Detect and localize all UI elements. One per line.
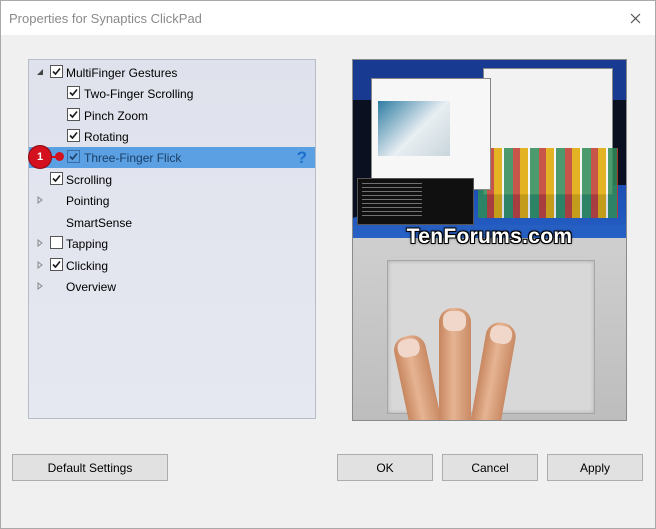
- tree-item-pinch-zoom[interactable]: Pinch Zoom: [29, 105, 315, 126]
- tree-item-tapping[interactable]: Tapping: [29, 233, 315, 254]
- cancel-button[interactable]: Cancel: [442, 454, 538, 481]
- tree-item-label: Clicking: [66, 258, 109, 273]
- tree-item-overview[interactable]: Overview: [29, 276, 315, 297]
- expanded-arrow-icon[interactable]: [35, 67, 45, 77]
- tree-item-three-finger-flick[interactable]: Three-Finger Flick ?: [29, 147, 315, 168]
- collapsed-arrow-icon[interactable]: [35, 281, 45, 291]
- help-icon[interactable]: ?: [297, 147, 307, 168]
- close-button[interactable]: [615, 1, 655, 35]
- check-icon: [69, 110, 78, 119]
- tree-item-label: MultiFinger Gestures: [66, 65, 178, 80]
- close-icon: [630, 13, 640, 23]
- tree-item-label: Two-Finger Scrolling: [84, 86, 194, 101]
- check-icon: [52, 67, 61, 76]
- tree-item-label: Rotating: [84, 129, 129, 144]
- tree-item-label: Tapping: [66, 236, 109, 251]
- collapsed-arrow-icon[interactable]: [35, 260, 45, 270]
- ok-button[interactable]: OK: [337, 454, 433, 481]
- step-marker-badge: 1: [29, 146, 51, 168]
- collapsed-arrow-icon[interactable]: [35, 238, 45, 248]
- gesture-preview-image: TenForums.com: [352, 59, 627, 421]
- browser-window: [371, 78, 491, 190]
- checkbox[interactable]: [50, 65, 63, 78]
- tree-item-rotating[interactable]: Rotating: [29, 126, 315, 147]
- tree-item-label: SmartSense: [66, 215, 133, 230]
- check-icon: [69, 131, 78, 140]
- tree-item-label: Overview: [66, 279, 117, 294]
- check-icon: [69, 152, 78, 161]
- tree-item-smartsense[interactable]: SmartSense: [29, 212, 315, 233]
- command-window: [357, 178, 474, 225]
- tree-item-label: Pinch Zoom: [84, 108, 149, 123]
- checkbox[interactable]: [50, 236, 63, 249]
- checkbox[interactable]: [50, 172, 63, 185]
- checkbox[interactable]: [50, 258, 63, 271]
- title-bar: Properties for Synaptics ClickPad: [1, 1, 655, 35]
- finger-middle: [439, 308, 471, 420]
- checkbox[interactable]: [67, 129, 80, 142]
- store-tiles: [478, 148, 618, 218]
- tree-item-label: Scrolling: [66, 172, 113, 187]
- properties-dialog: Properties for Synaptics ClickPad MultiF…: [0, 0, 656, 529]
- tree-item-multifinger-gestures[interactable]: MultiFinger Gestures: [29, 62, 315, 83]
- apply-button[interactable]: Apply: [547, 454, 643, 481]
- collapsed-arrow-icon[interactable]: [35, 195, 45, 205]
- check-icon: [52, 174, 61, 183]
- tree-item-label: Three-Finger Flick: [84, 150, 182, 165]
- watermark: TenForums.com: [406, 225, 573, 248]
- tree-item-scrolling[interactable]: Scrolling: [29, 169, 315, 190]
- settings-tree[interactable]: MultiFinger Gestures Two-Finger Scrollin…: [28, 59, 316, 419]
- default-settings-button[interactable]: Default Settings: [12, 454, 168, 481]
- check-icon: [52, 260, 61, 269]
- checkbox[interactable]: [67, 86, 80, 99]
- tree-item-two-finger-scrolling[interactable]: Two-Finger Scrolling: [29, 83, 315, 104]
- checkbox[interactable]: [67, 150, 80, 163]
- tree-item-pointing[interactable]: Pointing: [29, 190, 315, 211]
- tree-item-label: Pointing: [66, 193, 110, 208]
- desktop-screenshot: [353, 60, 626, 240]
- check-icon: [69, 88, 78, 97]
- tree-item-clicking[interactable]: Clicking: [29, 255, 315, 276]
- step-marker-dot: [55, 152, 64, 161]
- window-title: Properties for Synaptics ClickPad: [9, 11, 202, 26]
- checkbox[interactable]: [67, 108, 80, 121]
